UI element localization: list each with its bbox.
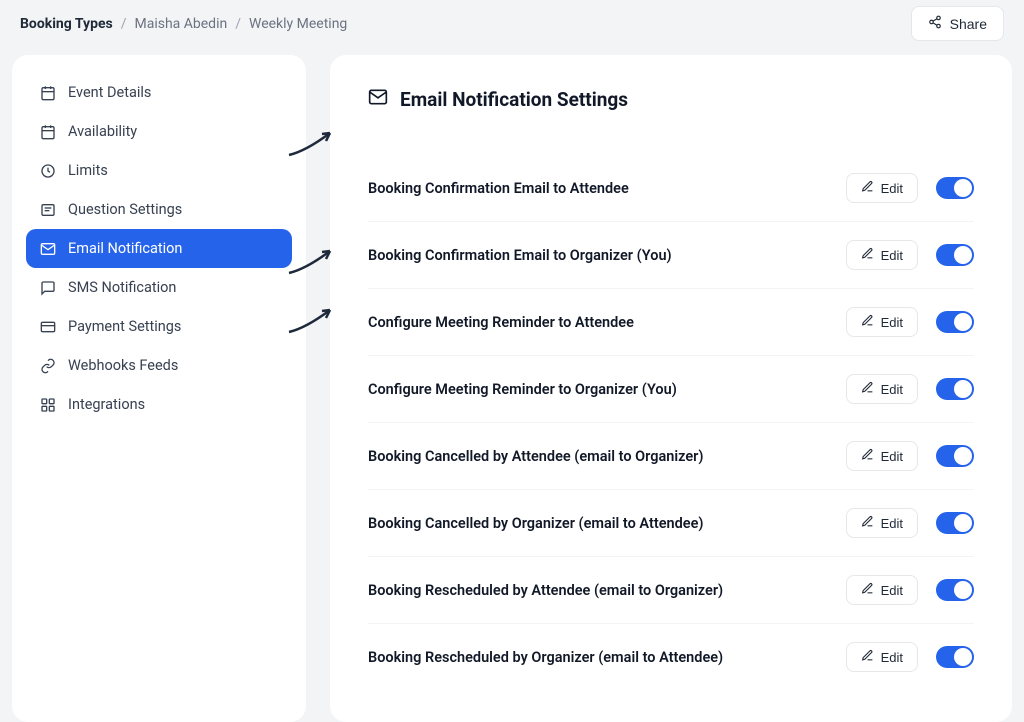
setting-row: Configure Meeting Reminder to Attendee Ed…	[368, 289, 974, 356]
sms-icon	[40, 280, 56, 296]
edit-icon	[861, 448, 874, 464]
mail-icon	[368, 87, 388, 111]
sidebar-item-label: SMS Notification	[68, 279, 176, 296]
breadcrumb-user[interactable]: Maisha Abedin	[134, 16, 227, 32]
toggle-knob	[954, 581, 972, 599]
edit-button[interactable]: Edit	[846, 240, 918, 270]
setting-row: Booking Cancelled by Organizer (email to…	[368, 490, 974, 557]
mail-icon	[40, 241, 56, 257]
breadcrumb: Booking Types / Maisha Abedin / Weekly M…	[20, 16, 347, 32]
sidebar-item-integrations[interactable]: Integrations	[26, 385, 292, 424]
edit-icon	[861, 582, 874, 598]
payment-icon	[40, 319, 56, 335]
setting-label: Booking Rescheduled by Attendee (email t…	[368, 582, 723, 599]
enable-toggle[interactable]	[936, 646, 974, 668]
edit-icon	[861, 247, 874, 263]
sidebar-item-label: Payment Settings	[68, 318, 181, 335]
sidebar-item-payment-settings[interactable]: Payment Settings	[26, 307, 292, 346]
enable-toggle[interactable]	[936, 177, 974, 199]
edit-label: Edit	[881, 181, 903, 196]
sidebar: Event Details Availability Limits Question …	[12, 55, 306, 722]
enable-toggle[interactable]	[936, 311, 974, 333]
sidebar-item-label: Integrations	[68, 396, 145, 413]
sidebar-item-label: Webhooks Feeds	[68, 357, 178, 374]
edit-label: Edit	[881, 583, 903, 598]
setting-label: Booking Confirmation Email to Attendee	[368, 180, 629, 197]
sidebar-item-event-details[interactable]: Event Details	[26, 73, 292, 112]
setting-label: Booking Confirmation Email to Organizer …	[368, 247, 672, 264]
edit-button[interactable]: Edit	[846, 508, 918, 538]
edit-button[interactable]: Edit	[846, 374, 918, 404]
setting-row: Booking Confirmation Email to Organizer …	[368, 222, 974, 289]
breadcrumb-root[interactable]: Booking Types	[20, 16, 113, 32]
edit-button[interactable]: Edit	[846, 441, 918, 471]
setting-row: Configure Meeting Reminder to Organizer …	[368, 356, 974, 423]
main-panel: Email Notification Settings Booking Conf…	[330, 55, 1012, 722]
edit-label: Edit	[881, 516, 903, 531]
toggle-knob	[954, 179, 972, 197]
sidebar-item-limits[interactable]: Limits	[26, 151, 292, 190]
share-label: Share	[950, 16, 987, 32]
sidebar-item-availability[interactable]: Availability	[26, 112, 292, 151]
sidebar-item-label: Question Settings	[68, 201, 182, 218]
sidebar-item-label: Email Notification	[68, 240, 182, 257]
edit-label: Edit	[881, 449, 903, 464]
breadcrumb-separator: /	[235, 16, 241, 32]
setting-row: Booking Rescheduled by Organizer (email …	[368, 624, 974, 690]
edit-icon	[861, 381, 874, 397]
setting-label: Booking Rescheduled by Organizer (email …	[368, 649, 723, 666]
edit-icon	[861, 180, 874, 196]
edit-button[interactable]: Edit	[846, 575, 918, 605]
toggle-knob	[954, 447, 972, 465]
edit-icon	[861, 314, 874, 330]
calendar-icon	[40, 124, 56, 140]
enable-toggle[interactable]	[936, 445, 974, 467]
enable-toggle[interactable]	[936, 244, 974, 266]
edit-icon	[861, 515, 874, 531]
edit-button[interactable]: Edit	[846, 307, 918, 337]
sidebar-item-email-notification[interactable]: Email Notification	[26, 229, 292, 268]
clock-icon	[40, 163, 56, 179]
toggle-knob	[954, 648, 972, 666]
calendar-icon	[40, 85, 56, 101]
edit-label: Edit	[881, 315, 903, 330]
share-icon	[928, 15, 942, 32]
edit-icon	[861, 649, 874, 665]
setting-row: Booking Confirmation Email to Attendee Ed…	[368, 155, 974, 222]
sidebar-item-sms-notification[interactable]: SMS Notification	[26, 268, 292, 307]
setting-label: Booking Cancelled by Organizer (email to…	[368, 515, 703, 532]
integrations-icon	[40, 397, 56, 413]
setting-row: Booking Cancelled by Attendee (email to …	[368, 423, 974, 490]
edit-button[interactable]: Edit	[846, 642, 918, 672]
sidebar-item-webhooks-feeds[interactable]: Webhooks Feeds	[26, 346, 292, 385]
toggle-knob	[954, 514, 972, 532]
setting-label: Configure Meeting Reminder to Organizer …	[368, 381, 677, 398]
edit-label: Edit	[881, 650, 903, 665]
edit-label: Edit	[881, 382, 903, 397]
breadcrumb-separator: /	[121, 16, 127, 32]
setting-label: Booking Cancelled by Attendee (email to …	[368, 448, 703, 465]
edit-label: Edit	[881, 248, 903, 263]
share-button[interactable]: Share	[911, 6, 1004, 41]
setting-row: Booking Rescheduled by Attendee (email t…	[368, 557, 974, 624]
settings-list: Booking Confirmation Email to Attendee Ed…	[368, 155, 974, 690]
breadcrumb-page[interactable]: Weekly Meeting	[249, 16, 347, 32]
enable-toggle[interactable]	[936, 512, 974, 534]
toggle-knob	[954, 246, 972, 264]
question-icon	[40, 202, 56, 218]
toggle-knob	[954, 313, 972, 331]
link-icon	[40, 358, 56, 374]
sidebar-item-label: Limits	[68, 162, 108, 179]
setting-label: Configure Meeting Reminder to Attendee	[368, 314, 634, 331]
toggle-knob	[954, 380, 972, 398]
sidebar-item-label: Event Details	[68, 84, 151, 101]
edit-button[interactable]: Edit	[846, 173, 918, 203]
enable-toggle[interactable]	[936, 378, 974, 400]
sidebar-item-question-settings[interactable]: Question Settings	[26, 190, 292, 229]
sidebar-item-label: Availability	[68, 123, 137, 140]
page-title: Email Notification Settings	[400, 88, 628, 111]
enable-toggle[interactable]	[936, 579, 974, 601]
